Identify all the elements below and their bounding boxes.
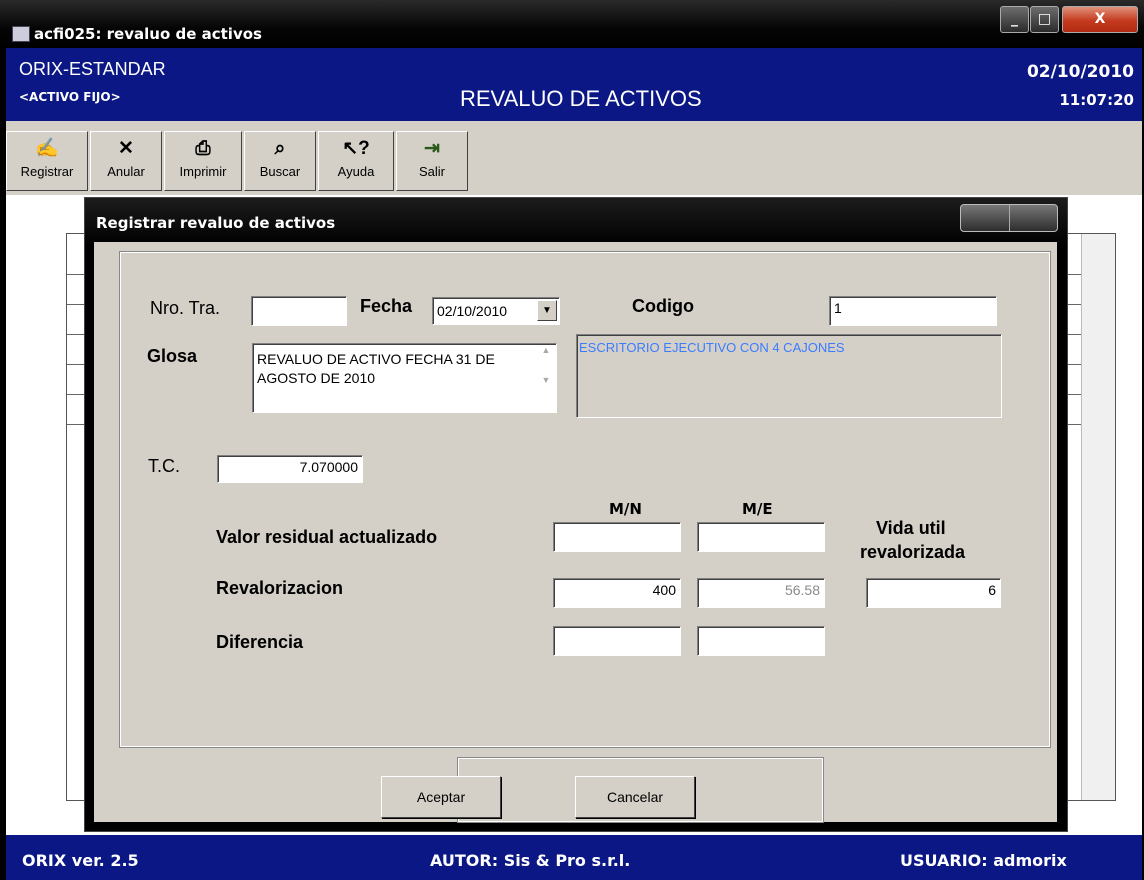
status-author: AUTOR: Sis & Pro s.r.l. [430, 851, 631, 870]
app-icon [12, 26, 30, 42]
binoculars-icon: ⌕ [274, 138, 286, 159]
ayuda-button[interactable]: ↖? Ayuda [318, 131, 394, 191]
window-titlebar[interactable]: acfi025: revaluo de activos _ □ X [0, 0, 1144, 48]
me-column-header: M/E [742, 500, 773, 518]
revalorizacion-mn-input[interactable]: 400 [553, 578, 681, 608]
vida-util-label-2: revalorizada [860, 542, 966, 562]
registrar-button[interactable]: ✍ Registrar [6, 131, 88, 191]
nro-tra-input[interactable] [251, 296, 347, 326]
valor-residual-mn-input[interactable] [553, 522, 681, 552]
toolbar-label: Salir [418, 164, 445, 179]
vida-util-label: Vida util [876, 518, 946, 538]
scroll-arrows-icon[interactable]: ▲ ▼ [537, 345, 555, 407]
valor-residual-label: Valor residual actualizado [216, 527, 438, 547]
registrar-revaluo-dialog: Registrar revaluo de activos Nro. Tra. F… [84, 197, 1068, 832]
diferencia-mn-input[interactable] [553, 626, 681, 656]
exit-icon: ⇥ [424, 138, 440, 159]
toolbar-label: Ayuda [337, 164, 375, 179]
status-user: USUARIO: admorix [900, 851, 1067, 870]
form-group [119, 251, 1051, 748]
salir-button[interactable]: ⇥ Salir [396, 131, 468, 191]
dialog-body: Nro. Tra. Fecha 02/10/2010 ▼ Codigo 1 Gl… [94, 242, 1057, 823]
close-button[interactable]: X [1062, 6, 1138, 33]
codigo-label: Codigo [632, 296, 694, 316]
revalorizacion-me-input[interactable]: 56.58 [697, 578, 825, 608]
aceptar-button[interactable]: Aceptar [381, 776, 501, 818]
diferencia-me-input[interactable] [697, 626, 825, 656]
diferencia-label: Diferencia [216, 632, 304, 652]
dialog-titlebar[interactable]: Registrar revaluo de activos [85, 198, 1067, 246]
maximize-icon: □ [1037, 11, 1052, 27]
asset-description-text: ESCRITORIO EJECUTIVO CON 4 CAJONES [579, 340, 845, 355]
page-title: REVALUO DE ACTIVOS [460, 86, 702, 111]
module-name: <ACTIVO FIJO> [19, 90, 121, 104]
anular-button[interactable]: ✕ Anular [90, 131, 162, 191]
toolbar-label: Imprimir [179, 164, 227, 179]
header-date: 02/10/2010 [1026, 62, 1134, 82]
maximize-button[interactable]: □ [1030, 6, 1059, 33]
application-window: acfi025: revaluo de activos _ □ X ORIX-E… [0, 0, 1144, 880]
window-title: acfi025: revaluo de activos [34, 25, 262, 43]
app-header: ORIX-ESTANDAR <ACTIVO FIJO> REVALUO DE A… [6, 48, 1142, 121]
register-icon: ✍ [35, 138, 59, 159]
mn-column-header: M/N [609, 500, 642, 518]
minimize-icon: _ [1011, 11, 1018, 27]
glosa-label: Glosa [147, 346, 198, 366]
status-version: ORIX ver. 2.5 [22, 851, 139, 870]
help-icon: ↖? [342, 138, 370, 159]
vida-util-input[interactable]: 6 [866, 578, 1001, 608]
chevron-down-icon[interactable]: ▼ [537, 300, 557, 321]
company-name: ORIX-ESTANDAR [19, 59, 166, 79]
codigo-input[interactable]: 1 [829, 296, 997, 326]
imprimir-button[interactable]: ⎙ Imprimir [164, 131, 242, 191]
nro-tra-label: Nro. Tra. [150, 298, 221, 318]
close-icon: X [1094, 11, 1106, 27]
fecha-label: Fecha [360, 296, 413, 316]
toolbar-label: Registrar [20, 164, 74, 179]
tc-input[interactable]: 7.070000 [217, 455, 363, 483]
toolbar-label: Anular [107, 164, 145, 179]
valor-residual-me-input[interactable] [697, 522, 825, 552]
header-time: 11:07:20 [1059, 91, 1134, 109]
glosa-textarea[interactable]: REVALUO DE ACTIVO FECHA 31 DE AGOSTO DE … [252, 343, 557, 413]
toolbar: ✍ Registrar ✕ Anular ⎙ Imprimir ⌕ Buscar… [6, 121, 1142, 195]
asset-description: ESCRITORIO EJECUTIVO CON 4 CAJONES [576, 334, 1002, 418]
glosa-value: REVALUO DE ACTIVO FECHA 31 DE AGOSTO DE … [257, 351, 495, 386]
dialog-title: Registrar revaluo de activos [96, 214, 336, 232]
minimize-button[interactable]: _ [1000, 6, 1029, 33]
vertical-scrollbar[interactable] [1081, 234, 1115, 800]
status-bar: ORIX ver. 2.5 AUTOR: Sis & Pro s.r.l. US… [6, 835, 1142, 880]
fecha-value: 02/10/2010 [437, 303, 508, 319]
tc-label: T.C. [148, 456, 181, 476]
cancelar-button[interactable]: Cancelar [575, 776, 695, 818]
toolbar-label: Buscar [259, 164, 301, 179]
dialog-window-buttons[interactable] [960, 204, 1058, 232]
cancel-icon: ✕ [118, 138, 134, 159]
revalorizacion-label: Revalorizacion [216, 578, 344, 598]
fecha-select[interactable]: 02/10/2010 ▼ [432, 297, 560, 325]
printer-icon: ⎙ [195, 138, 211, 159]
buscar-button[interactable]: ⌕ Buscar [244, 131, 316, 191]
